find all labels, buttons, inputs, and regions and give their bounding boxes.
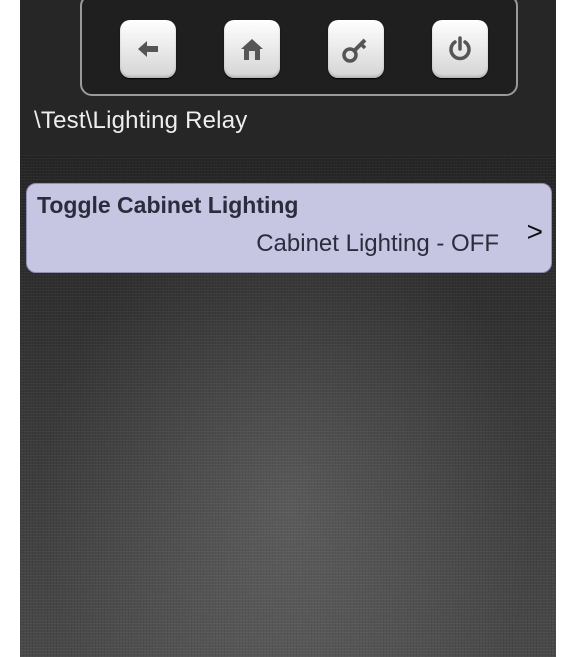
home-button[interactable]	[224, 20, 280, 78]
key-button[interactable]	[328, 20, 384, 78]
menu-area: Toggle Cabinet Lighting Cabinet Lighting…	[20, 155, 556, 657]
item-status: Cabinet Lighting - OFF	[256, 230, 499, 257]
power-button[interactable]	[432, 20, 488, 78]
back-arrow-icon	[138, 41, 158, 57]
back-button[interactable]	[120, 20, 176, 78]
header: \Test\Lighting Relay	[20, 0, 556, 155]
key-icon	[342, 38, 367, 63]
device-screen: \Test\Lighting Relay Toggle Cabinet Ligh…	[20, 0, 556, 657]
power-icon	[449, 36, 471, 61]
toolbar	[80, 0, 518, 96]
home-icon	[241, 39, 263, 60]
item-title: Toggle Cabinet Lighting	[37, 192, 299, 218]
chevron-right-icon: >	[526, 216, 543, 247]
breadcrumb: \Test\Lighting Relay	[34, 107, 248, 134]
toggle-cabinet-lighting-item[interactable]: Toggle Cabinet Lighting Cabinet Lighting…	[26, 183, 552, 273]
